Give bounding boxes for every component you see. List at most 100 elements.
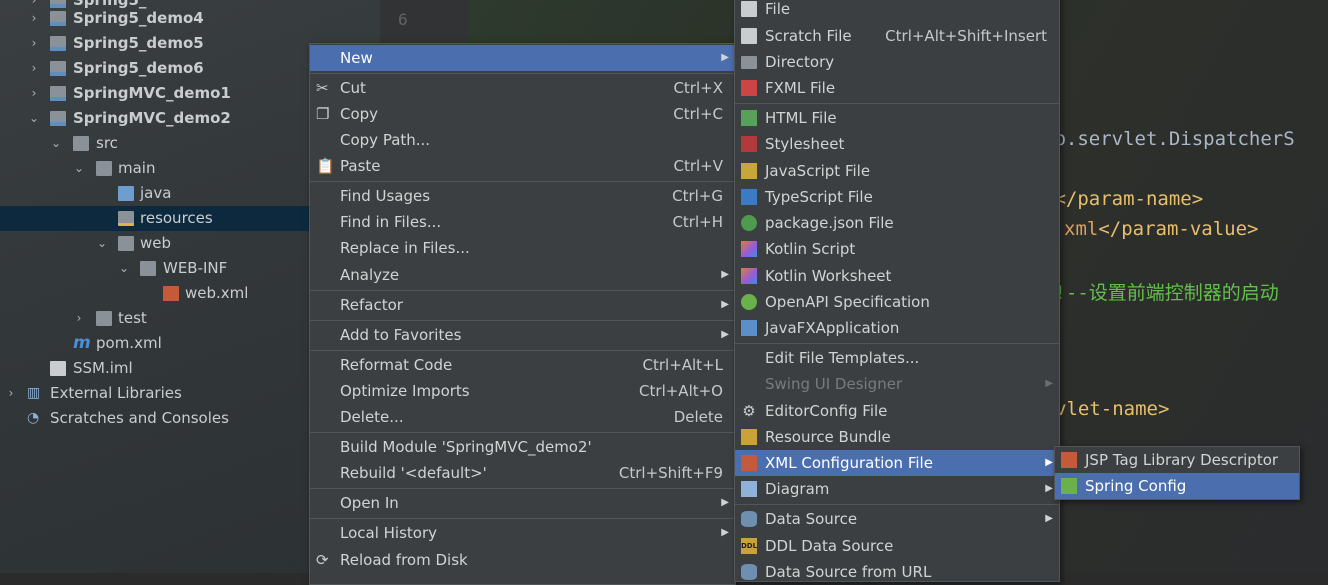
- menu-item-diagram[interactable]: Diagram ▶: [735, 476, 1059, 502]
- menu-label: Rebuild '<default>': [340, 464, 487, 482]
- menu-item-fxml-file[interactable]: FXML File: [735, 75, 1059, 101]
- menu-label: XML Configuration File: [765, 454, 933, 472]
- code-line: n</param-name>: [1043, 188, 1203, 210]
- menu-label: Kotlin Worksheet: [765, 267, 892, 285]
- iml-file-icon: [50, 361, 66, 376]
- code-tag: </param-name>: [1054, 188, 1204, 210]
- menu-item-open-in[interactable]: Open In ▶: [310, 490, 735, 516]
- menu-item-new[interactable]: New ▶: [310, 45, 735, 71]
- menu-separator: [310, 181, 735, 182]
- menu-item-spring-config[interactable]: Spring Config: [1055, 473, 1299, 499]
- submenu-arrow-icon: ▶: [721, 497, 729, 508]
- menu-label: Resource Bundle: [765, 428, 891, 446]
- menu-label: Data Source from URL: [765, 563, 932, 581]
- menu-item-openapi[interactable]: OpenAPI Specification: [735, 289, 1059, 315]
- menu-item-copy-path[interactable]: Copy Path...: [310, 127, 735, 153]
- menu-item-find-usages[interactable]: Find Usages Ctrl+G: [310, 183, 735, 209]
- menu-item-data-source-from-url[interactable]: Data Source from URL: [735, 559, 1059, 585]
- menu-label: Refactor: [340, 296, 403, 314]
- html-file-icon: [741, 110, 757, 126]
- menu-item-replace-in-files[interactable]: Replace in Files...: [310, 235, 735, 261]
- menu-item-add-to-favorites[interactable]: Add to Favorites ▶: [310, 322, 735, 348]
- menu-item-local-history[interactable]: Local History ▶: [310, 520, 735, 546]
- menu-item-javafx-application[interactable]: JavaFXApplication: [735, 315, 1059, 341]
- menu-item-kotlin-script[interactable]: Kotlin Script: [735, 236, 1059, 262]
- menu-item-build-module[interactable]: Build Module 'SpringMVC_demo2': [310, 434, 735, 460]
- menu-separator: [310, 350, 735, 351]
- menu-item-typescript-file[interactable]: TypeScript File: [735, 184, 1059, 210]
- menu-item-html-file[interactable]: HTML File: [735, 105, 1059, 131]
- chevron-right-icon[interactable]: ›: [73, 306, 85, 331]
- menu-item-data-source[interactable]: Data Source ▶: [735, 506, 1059, 532]
- menu-item-resource-bundle[interactable]: Resource Bundle: [735, 424, 1059, 450]
- menu-item-rebuild[interactable]: Rebuild '<default>' Ctrl+Shift+F9: [310, 460, 735, 486]
- menu-item-reformat-code[interactable]: Reformat Code Ctrl+Alt+L: [310, 352, 735, 378]
- menu-label: Replace in Files...: [340, 239, 470, 257]
- menu-shortcut: Ctrl+Alt+O: [639, 382, 723, 400]
- menu-label: Reload from Disk: [340, 551, 468, 569]
- resources-folder-icon: [118, 211, 134, 226]
- chevron-down-icon[interactable]: ⌄: [50, 131, 62, 156]
- chevron-right-icon[interactable]: ›: [28, 31, 40, 56]
- menu-item-delete[interactable]: Delete... Delete: [310, 404, 735, 430]
- menu-label: Edit File Templates...: [765, 349, 920, 367]
- chevron-right-icon[interactable]: ›: [5, 381, 17, 406]
- menu-item-find-in-files[interactable]: Find in Files... Ctrl+H: [310, 209, 735, 235]
- menu-separator: [310, 488, 735, 489]
- new-submenu: File Scratch File Ctrl+Alt+Shift+Insert …: [734, 0, 1060, 582]
- menu-label: Analyze: [340, 266, 400, 284]
- menu-item-file[interactable]: File: [735, 0, 1059, 22]
- tree-row-spring5-demo4[interactable]: › Spring5_demo4: [0, 6, 380, 31]
- menu-item-xml-configuration-file[interactable]: XML Configuration File ▶: [735, 450, 1059, 476]
- xml-file-icon: [163, 286, 179, 301]
- file-icon: [741, 1, 757, 17]
- menu-item-optimize-imports[interactable]: Optimize Imports Ctrl+Alt+O: [310, 378, 735, 404]
- scissors-icon: ✂: [316, 79, 329, 97]
- folder-icon: [140, 261, 156, 276]
- menu-item-stylesheet[interactable]: Stylesheet: [735, 131, 1059, 157]
- menu-item-package-json[interactable]: package.json File: [735, 210, 1059, 236]
- menu-separator: [310, 320, 735, 321]
- menu-item-copy[interactable]: ❐ Copy Ctrl+C: [310, 101, 735, 127]
- menu-item-edit-file-templates[interactable]: Edit File Templates...: [735, 345, 1059, 371]
- maven-icon: m: [73, 333, 91, 353]
- menu-separator: [310, 290, 735, 291]
- menu-item-scratch-file[interactable]: Scratch File Ctrl+Alt+Shift+Insert: [735, 23, 1059, 49]
- code-line: vlet-name>: [1055, 398, 1169, 420]
- scratches-icon: ◔: [27, 410, 40, 426]
- menu-item-paste[interactable]: 📋 Paste Ctrl+V: [310, 153, 735, 179]
- line-number: 6: [398, 10, 408, 29]
- tree-label: External Libraries: [50, 384, 182, 402]
- menu-item-editorconfig-file[interactable]: ⚙ EditorConfig File: [735, 398, 1059, 424]
- ddl-icon: DDL: [741, 538, 757, 554]
- menu-item-refactor[interactable]: Refactor ▶: [310, 292, 735, 318]
- chevron-right-icon[interactable]: ›: [28, 6, 40, 31]
- menu-label: Kotlin Script: [765, 240, 856, 258]
- chevron-down-icon[interactable]: ⌄: [96, 231, 108, 256]
- menu-label: Local History: [340, 524, 438, 542]
- menu-label: Scratch File: [765, 27, 852, 45]
- menu-item-kotlin-worksheet[interactable]: Kotlin Worksheet: [735, 263, 1059, 289]
- submenu-arrow-icon: ▶: [1045, 457, 1053, 468]
- menu-item-jsp-tag-library[interactable]: JSP Tag Library Descriptor: [1055, 447, 1299, 473]
- menu-item-directory[interactable]: Directory: [735, 49, 1059, 75]
- module-folder-icon: [50, 61, 66, 76]
- menu-label: Delete...: [340, 408, 404, 426]
- chevron-down-icon[interactable]: ⌄: [73, 156, 85, 181]
- menu-item-cut[interactable]: ✂ Cut Ctrl+X: [310, 75, 735, 101]
- chevron-right-icon[interactable]: ›: [28, 56, 40, 81]
- menu-item-javascript-file[interactable]: JavaScript File: [735, 158, 1059, 184]
- chevron-right-icon[interactable]: ›: [28, 81, 40, 106]
- resource-bundle-icon: [741, 429, 757, 445]
- chevron-down-icon[interactable]: ⌄: [28, 106, 40, 131]
- code-tag: </param-value>: [1098, 218, 1259, 240]
- module-folder-icon: [50, 11, 66, 26]
- code-line: eb.servlet.DispatcherS: [1043, 128, 1295, 150]
- chevron-down-icon[interactable]: ⌄: [118, 256, 130, 281]
- menu-item-reload-from-disk[interactable]: ⟳ Reload from Disk: [310, 547, 735, 573]
- tree-label: main: [118, 159, 156, 177]
- menu-label: File: [765, 0, 791, 18]
- menu-item-analyze[interactable]: Analyze ▶: [310, 262, 735, 288]
- menu-item-ddl-data-source[interactable]: DDL DDL Data Source: [735, 533, 1059, 559]
- folder-icon: [96, 311, 112, 326]
